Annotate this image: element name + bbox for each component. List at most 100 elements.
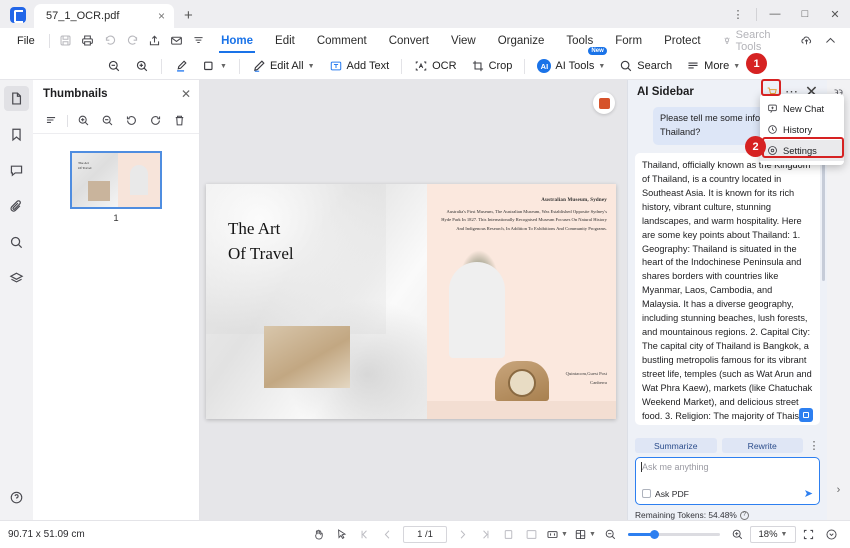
list-options-icon[interactable] [41, 110, 62, 131]
fit-page-icon[interactable] [798, 525, 819, 545]
sidebar-item-attachments[interactable] [4, 194, 29, 219]
page-number-input[interactable]: 1 /1 [403, 526, 447, 543]
help-icon[interactable]: ? [740, 511, 749, 520]
page-caption: Quintacom,Guest Post Canberra [566, 369, 607, 387]
select-icon[interactable] [331, 525, 352, 545]
chevron-down-icon: ▼ [308, 63, 315, 70]
tab-label: Form [615, 35, 642, 47]
tab-protect[interactable]: Protect [653, 28, 711, 53]
zoom-out-button[interactable] [100, 54, 128, 78]
sidebar-item-comments[interactable] [4, 158, 29, 183]
ask-pdf-checkbox[interactable] [642, 489, 651, 498]
more-actions-icon[interactable]: ⋮ [808, 443, 820, 449]
send-icon[interactable]: ➤ [804, 487, 813, 500]
save-icon[interactable] [55, 31, 77, 51]
chat-composer[interactable]: Ask me anything Ask PDF ➤ [635, 457, 820, 505]
close-icon[interactable]: ✕ [181, 87, 191, 101]
sidebar-item-search[interactable] [4, 230, 29, 255]
tab-home[interactable]: Home [210, 28, 264, 53]
thumbnail-page-1[interactable]: The ArtOf Travel [70, 151, 162, 209]
copy-icon[interactable] [799, 408, 813, 422]
ai-tools-button[interactable]: AI AI Tools ▼ New [530, 54, 612, 78]
zoom-level-select[interactable]: 18% ▼ [750, 526, 796, 543]
summarize-button[interactable]: Summarize [635, 438, 717, 453]
chevron-down-icon: ▼ [598, 63, 605, 70]
powerpoint-icon[interactable] [593, 92, 615, 114]
hand-icon[interactable] [308, 525, 329, 545]
rotate-right-icon[interactable] [145, 110, 166, 131]
close-icon[interactable]: × [155, 10, 168, 22]
search-tools-field[interactable]: Search Tools [722, 29, 795, 53]
zoom-slider-knob[interactable] [650, 530, 659, 539]
sidebar-item-thumbnails[interactable] [4, 86, 29, 111]
collapse-sidebar-button[interactable]: › [827, 484, 850, 496]
delete-icon[interactable] [169, 110, 190, 131]
sidebar-item-bookmarks[interactable] [4, 122, 29, 147]
view-mode-icon[interactable]: ▼ [544, 525, 570, 545]
ocr-label: OCR [432, 60, 456, 72]
customize-toolbar-icon[interactable] [188, 31, 210, 51]
text-caret [641, 462, 642, 472]
new-tab-button[interactable]: + [174, 7, 203, 28]
prev-page-button[interactable] [377, 525, 398, 545]
thumbnail-title: The ArtOf Travel [78, 161, 92, 171]
help-button[interactable] [4, 485, 29, 510]
menu-item-new-chat[interactable]: New Chat [760, 98, 844, 119]
divider [524, 59, 525, 74]
edit-all-button[interactable]: Edit All ▼ [245, 54, 322, 78]
more-icon [686, 59, 700, 73]
tab-organize[interactable]: Organize [487, 28, 556, 53]
single-page-icon[interactable] [498, 525, 519, 545]
share-icon[interactable] [143, 31, 165, 51]
tab-convert[interactable]: Convert [378, 28, 440, 53]
zoom-in-icon[interactable] [727, 525, 748, 545]
search-button[interactable]: Search [612, 54, 679, 78]
tab-edit[interactable]: Edit [264, 28, 306, 53]
facing-page-icon[interactable] [521, 525, 542, 545]
maximize-button[interactable]: □ [790, 1, 820, 27]
tab-comment[interactable]: Comment [306, 28, 378, 53]
shape-button[interactable]: ▼ [195, 54, 234, 78]
email-icon[interactable] [166, 31, 188, 51]
caption-line1: Quintacom,Guest Post [566, 369, 607, 378]
tab-view[interactable]: View [440, 28, 487, 53]
menubar-right-actions [794, 31, 850, 51]
next-page-button[interactable] [452, 525, 473, 545]
page-right-text: Australian Museum, Sydney Australia's Fi… [437, 198, 607, 233]
chat-scrollbar[interactable] [822, 161, 825, 281]
copy-glyph [803, 412, 809, 418]
tab-label: Comment [317, 35, 367, 47]
document-viewport[interactable]: The Art Of Travel Australian Museum, Syd… [200, 80, 627, 520]
cloud-upload-icon[interactable] [794, 31, 818, 51]
zoom-out-icon[interactable] [600, 525, 621, 545]
split-view-icon[interactable]: ▼ [572, 525, 598, 545]
add-text-button[interactable]: Add Text [322, 54, 397, 78]
tab-form[interactable]: Form [604, 28, 653, 53]
crop-button[interactable]: Crop [464, 54, 520, 78]
sidebar-item-layers[interactable] [4, 266, 29, 291]
highlight-button[interactable] [167, 54, 195, 78]
undo-icon[interactable] [99, 31, 121, 51]
first-page-button[interactable] [354, 525, 375, 545]
close-button[interactable]: ✕ [820, 1, 850, 27]
chevron-down-icon: ▼ [781, 531, 788, 538]
rewrite-button[interactable]: Rewrite [722, 438, 804, 453]
rotate-left-icon[interactable] [121, 110, 142, 131]
more-options-icon[interactable]: ⋮ [723, 1, 753, 27]
collapse-ribbon-icon[interactable] [818, 31, 842, 51]
document-tab[interactable]: 57_1_OCR.pdf × [34, 4, 174, 28]
search-label: Search [637, 60, 672, 72]
minimize-button[interactable]: — [760, 1, 790, 27]
last-page-button[interactable] [475, 525, 496, 545]
menu-bar: File Home Edit Comment Convert View Orga… [0, 28, 850, 53]
zoom-slider[interactable] [628, 533, 720, 536]
zoom-in-icon[interactable] [73, 110, 94, 131]
redo-icon[interactable] [121, 31, 143, 51]
ocr-button[interactable]: OCR [407, 54, 463, 78]
more-view-icon[interactable] [821, 525, 842, 545]
more-button[interactable]: More ▼ [679, 54, 747, 78]
zoom-out-icon[interactable] [97, 110, 118, 131]
zoom-in-button[interactable] [128, 54, 156, 78]
print-icon[interactable] [77, 31, 99, 51]
file-menu[interactable]: File [8, 35, 44, 47]
